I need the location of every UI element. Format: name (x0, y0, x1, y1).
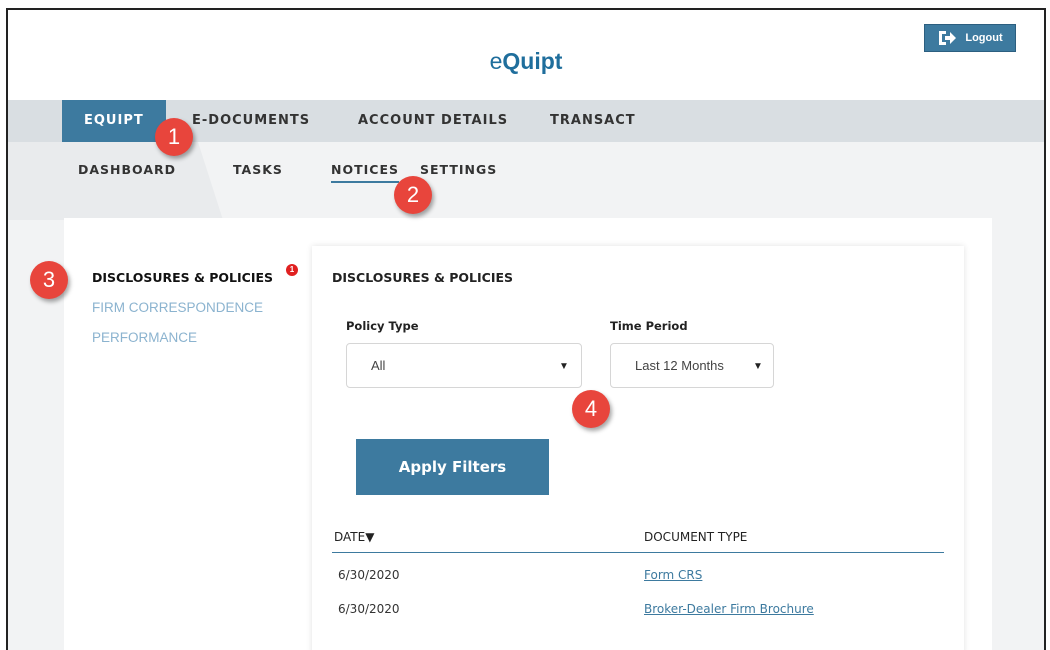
notices-panel: DISCLOSURES & POLICIES 1 FIRM CORRESPOND… (64, 218, 992, 650)
time-period-label: Time Period (610, 319, 688, 333)
card-title: DISCLOSURES & POLICIES (332, 270, 514, 285)
subtab-notices[interactable]: NOTICES (331, 162, 399, 183)
chevron-down-icon: ▼ (559, 361, 569, 372)
subtab-dashboard[interactable]: DASHBOARD (78, 162, 176, 177)
tab-equipt[interactable]: EQUIPT (62, 100, 166, 142)
time-period-value: Last 12 Months (635, 358, 724, 373)
tab-account-details[interactable]: ACCOUNT DETAILS (358, 100, 508, 142)
header: eQuipt Logout (8, 10, 1044, 102)
tab-e-documents[interactable]: E-DOCUMENTS (192, 100, 310, 142)
app-logo: eQuipt (489, 48, 563, 74)
sidebar-item-performance[interactable]: PERFORMANCE (92, 330, 197, 345)
callout-marker-4: 4 (572, 390, 610, 428)
policy-type-value: All (371, 358, 386, 373)
notification-badge: 1 (286, 264, 298, 276)
active-subnav-shade (8, 142, 223, 220)
logout-button[interactable]: Logout (924, 24, 1016, 52)
table-row-2-date: 6/30/2020 (338, 602, 400, 616)
chevron-down-icon: ▼ (753, 361, 763, 372)
disclosures-card: DISCLOSURES & POLICIES Policy Type All ▼… (312, 246, 964, 650)
callout-marker-1: 1 (155, 118, 193, 156)
sidebar-item-disclosures-policies[interactable]: DISCLOSURES & POLICIES (92, 270, 273, 285)
column-header-date[interactable]: DATE▼ (334, 530, 374, 544)
column-header-document-type: DOCUMENT TYPE (644, 530, 748, 544)
logout-icon (939, 31, 957, 45)
callout-marker-3: 3 (30, 261, 68, 299)
callout-marker-2: 2 (394, 176, 432, 214)
logout-label: Logout (965, 32, 1003, 44)
policy-type-select[interactable]: All ▼ (346, 343, 582, 388)
table-header-divider (332, 552, 944, 553)
time-period-select[interactable]: Last 12 Months ▼ (610, 343, 774, 388)
tab-transact[interactable]: TRANSACT (550, 100, 636, 142)
sidebar-item-firm-correspondence[interactable]: FIRM CORRESPONDENCE (92, 300, 263, 315)
subtab-tasks[interactable]: TASKS (233, 162, 283, 177)
policy-type-label: Policy Type (346, 319, 419, 333)
table-row-1-document-link[interactable]: Form CRS (644, 568, 702, 582)
table-row-1-date: 6/30/2020 (338, 568, 400, 582)
apply-filters-button[interactable]: Apply Filters (356, 439, 549, 495)
app-window: eQuipt Logout EQUIPT E-DOCUMENTS ACCOUNT… (6, 8, 1046, 650)
table-row-2-document-link[interactable]: Broker-Dealer Firm Brochure (644, 602, 814, 616)
subtab-settings[interactable]: SETTINGS (420, 162, 497, 177)
